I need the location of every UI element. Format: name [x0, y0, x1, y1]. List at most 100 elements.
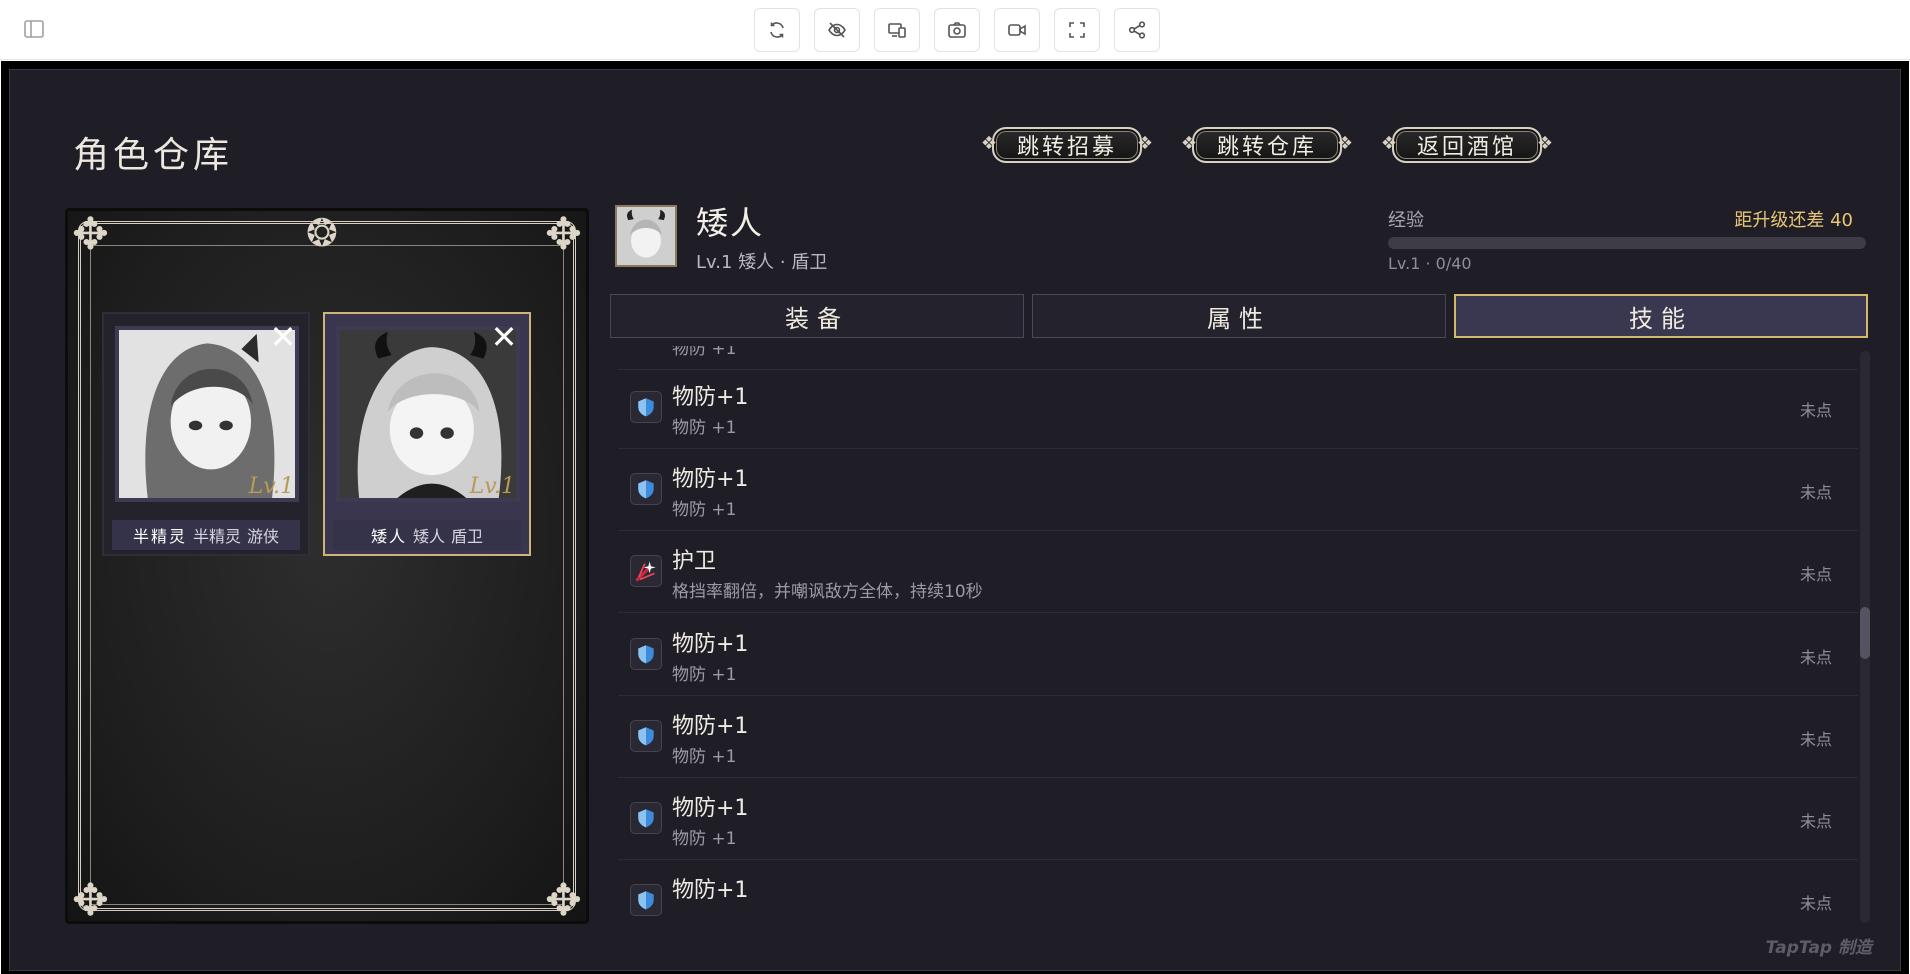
exp-text: Lv.1 · 0/40	[1388, 254, 1472, 273]
skill-list-scrollbar[interactable]	[1860, 351, 1870, 923]
skill-status: 未点	[1799, 401, 1832, 420]
hero-name: 矮人	[696, 204, 765, 242]
fullscreen-button[interactable]	[1054, 8, 1100, 52]
scrollbar-thumb[interactable]	[1860, 607, 1870, 659]
remove-character-icon[interactable]: ✕	[487, 320, 521, 354]
game-viewport: 角色仓库 ❖ ❖ 跳转招募 ❖ ❖ 跳转仓库 ❖ ❖ 返回酒馆 ✥ ✥ ✥ ✥	[1, 61, 1909, 974]
skill-row[interactable]: 物防+1 未点	[618, 862, 1858, 924]
share-icon	[1128, 21, 1146, 39]
skill-title: 物防+1	[672, 385, 749, 410]
character-race: 矮人	[412, 527, 445, 546]
character-level: Lv.1	[248, 474, 294, 499]
skill-status: 未点	[1799, 894, 1832, 913]
taptap-watermark: TapTap 制造	[1765, 938, 1872, 958]
character-class: 游侠	[247, 527, 280, 546]
ornament-left-icon: ❖	[980, 133, 998, 154]
goto-recruit-label: 跳转招募	[1016, 135, 1117, 160]
goto-warehouse-label: 跳转仓库	[1216, 135, 1317, 160]
shield-icon	[630, 638, 662, 670]
goto-warehouse-button[interactable]: ❖ ❖ 跳转仓库	[1178, 125, 1356, 165]
skill-description: 物防 +1	[672, 418, 737, 438]
skill-status: 未点	[1799, 565, 1832, 584]
skill-description: 物防 +1	[672, 665, 737, 685]
eye-off-icon	[828, 22, 846, 38]
skill-row[interactable]: 物防+1 物防 +1 未点	[618, 369, 1858, 449]
character-card-selected[interactable]: ✕ Lv.1 矮人 矮人 盾卫	[323, 312, 531, 556]
character-namebar: 矮人 矮人 盾卫	[333, 520, 521, 550]
exp-progress-bar	[1388, 237, 1866, 249]
tab-skills[interactable]: 技能	[1454, 294, 1868, 338]
tab-equipment[interactable]: 装备	[610, 294, 1024, 338]
skill-description: 物防 +1	[672, 747, 737, 767]
exp-label: 经验	[1388, 210, 1424, 231]
skill-row[interactable]: 物防+1 物防 +1 未点	[618, 698, 1858, 778]
skill-title: 物防+1	[672, 796, 749, 821]
character-race: 半精灵	[192, 527, 241, 546]
ornament-left-icon: ❖	[1380, 133, 1398, 154]
ornament-right-icon: ❖	[1536, 133, 1554, 154]
corner-ornament-icon: ✥	[72, 209, 109, 260]
refresh-button[interactable]	[754, 8, 800, 52]
record-button[interactable]	[994, 8, 1040, 52]
sidebar-toggle-icon[interactable]	[24, 20, 44, 38]
hero-subtitle: Lv.1 矮人 · 盾卫	[696, 252, 828, 273]
character-name: 矮人	[370, 527, 407, 546]
fullscreen-icon	[1069, 22, 1085, 38]
character-card[interactable]: ✕ Lv.1 半精灵 半精灵 游侠	[102, 312, 310, 556]
preview-toolbar	[0, 0, 1910, 60]
skill-row[interactable]: 护卫格挡率翻倍，并嘲讽敌方全体，持续10秒 未点	[618, 533, 1858, 613]
character-class: 盾卫	[451, 527, 484, 546]
skill-row[interactable]: 物防 +1未点	[618, 346, 1858, 370]
skill-list[interactable]: 物防 +1未点物防+1物防 +1未点物防+1物防 +1未点护卫格挡率翻倍，并嘲讽…	[618, 346, 1866, 924]
page-title: 角色仓库	[73, 135, 234, 176]
devices-icon	[888, 23, 906, 38]
shield-icon	[630, 802, 662, 834]
share-button[interactable]	[1114, 8, 1160, 52]
tab-attributes[interactable]: 属性	[1032, 294, 1446, 338]
skill-title: 物防+1	[672, 632, 749, 657]
skill-status: 未点	[1799, 812, 1832, 831]
hide-button[interactable]	[814, 8, 860, 52]
skill-row[interactable]: 物防+1 物防 +1 未点	[618, 780, 1858, 860]
skill-title: 物防+1	[672, 467, 749, 492]
character-name: 半精灵	[132, 527, 187, 546]
skill-title: 物防+1	[672, 878, 749, 903]
ornament-right-icon: ❖	[1136, 133, 1154, 154]
refresh-icon	[770, 22, 784, 38]
character-level: Lv.1	[469, 474, 515, 499]
skill-description: 格挡率翻倍，并嘲讽敌方全体，持续10秒	[672, 582, 983, 602]
skill-row[interactable]: 物防+1 物防 +1 未点	[618, 451, 1858, 531]
screenshot-button[interactable]	[934, 8, 980, 52]
roster-panel: ✥ ✥ ✥ ✥ ❂ ✕ Lv.1 半精灵 半精灵 游侠 ✕ Lv.1 矮人 矮人…	[65, 208, 589, 924]
exp-remaining: 距升级还差 40	[1734, 210, 1853, 231]
skill-description: 物防 +1	[672, 346, 737, 359]
hero-avatar	[615, 205, 677, 267]
skill-description: 物防 +1	[672, 829, 737, 849]
shield-icon	[630, 473, 662, 505]
corner-ornament-icon: ✥	[72, 872, 109, 923]
remove-character-icon[interactable]: ✕	[266, 320, 300, 354]
skill-status: 未点	[1799, 648, 1832, 667]
corner-ornament-icon: ✥	[545, 209, 582, 260]
skill-title: 物防+1	[672, 714, 749, 739]
ornament-left-icon: ❖	[1180, 133, 1198, 154]
skill-status: 未点	[1799, 730, 1832, 749]
skill-row[interactable]: 物防+1 物防 +1 未点	[618, 616, 1858, 696]
skill-title: 护卫	[672, 549, 717, 574]
camera-icon	[948, 22, 966, 38]
ornament-right-icon: ❖	[1336, 133, 1354, 154]
shield-icon	[630, 720, 662, 752]
corner-ornament-icon: ✥	[545, 872, 582, 923]
shield-icon	[630, 391, 662, 423]
back-to-tavern-button[interactable]: ❖ ❖ 返回酒馆	[1378, 125, 1556, 165]
character-namebar: 半精灵 半精灵 游侠	[112, 520, 300, 550]
skill-description: 物防 +1	[672, 500, 737, 520]
goto-recruit-button[interactable]: ❖ ❖ 跳转招募	[978, 125, 1156, 165]
game-screen: 角色仓库 ❖ ❖ 跳转招募 ❖ ❖ 跳转仓库 ❖ ❖ 返回酒馆 ✥ ✥ ✥ ✥	[9, 69, 1901, 971]
devices-button[interactable]	[874, 8, 920, 52]
shield-icon	[630, 884, 662, 916]
video-icon	[1008, 24, 1026, 36]
back-to-tavern-label: 返回酒馆	[1416, 135, 1517, 160]
crest-ornament-icon: ❂	[306, 211, 338, 255]
spark-icon	[630, 555, 662, 587]
